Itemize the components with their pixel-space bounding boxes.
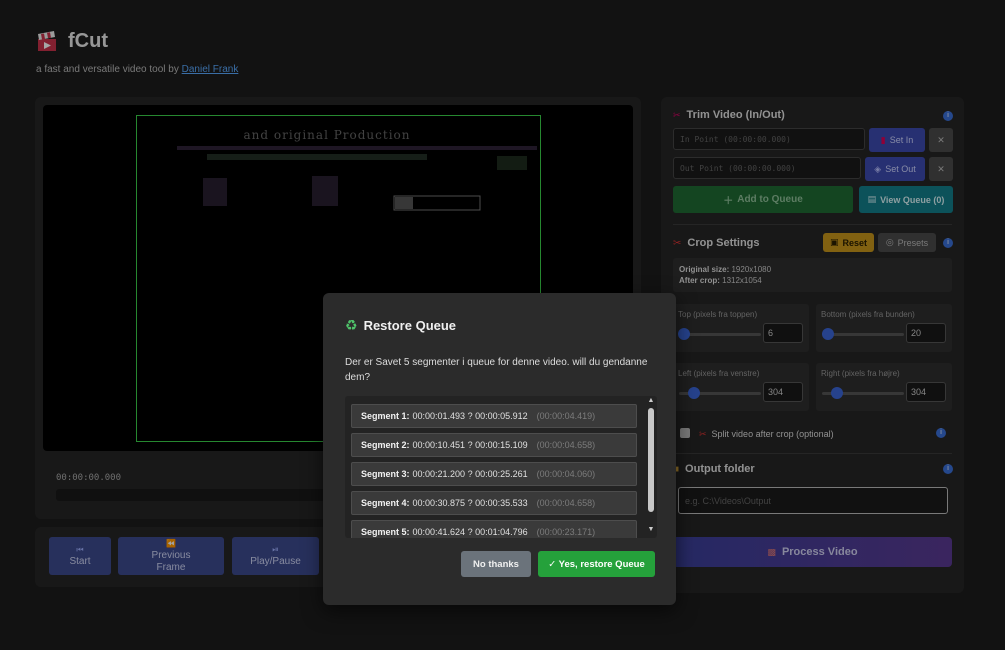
segment-duration: (00:00:04.658) xyxy=(536,440,596,450)
list-item: Segment 1: 00:00:01.493 ? 00:00:05.912 (… xyxy=(351,404,637,428)
segment-label: Segment 1: xyxy=(361,411,410,421)
restore-queue-button[interactable]: ✓ Yes, restore Queue xyxy=(538,551,655,577)
dialog-title-text: Restore Queue xyxy=(363,318,457,333)
list-item: Segment 2: 00:00:10.451 ? 00:00:15.109 (… xyxy=(351,433,637,457)
segment-range: 00:00:10.451 ? 00:00:15.109 xyxy=(412,440,528,450)
segment-label: Segment 4: xyxy=(361,498,410,508)
segment-label: Segment 3: xyxy=(361,469,410,479)
segment-range: 00:00:01.493 ? 00:00:05.912 xyxy=(412,411,528,421)
recycle-icon: ♻ xyxy=(345,317,358,333)
segment-range: 00:00:30.875 ? 00:00:35.533 xyxy=(412,498,528,508)
segment-duration: (00:00:04.060) xyxy=(536,469,596,479)
segment-label: Segment 2: xyxy=(361,440,410,450)
segment-label: Segment 5: xyxy=(361,527,410,537)
segment-list[interactable]: Segment 1: 00:00:01.493 ? 00:00:05.912 (… xyxy=(345,396,657,538)
dialog-title: ♻ Restore Queue xyxy=(345,317,456,334)
list-item: Segment 3: 00:00:21.200 ? 00:00:25.261 (… xyxy=(351,462,637,486)
segment-duration: (00:00:04.658) xyxy=(536,498,596,508)
segment-list-scrollbar[interactable]: ▲ ▼ xyxy=(647,397,655,536)
scrollbar-thumb[interactable] xyxy=(648,408,654,512)
list-item: Segment 4: 00:00:30.875 ? 00:00:35.533 (… xyxy=(351,491,637,515)
segment-duration: (00:00:04.419) xyxy=(536,411,596,421)
no-thanks-button[interactable]: No thanks xyxy=(461,551,531,577)
segment-duration: (00:00:23.171) xyxy=(536,527,596,537)
segment-range: 00:00:21.200 ? 00:00:25.261 xyxy=(412,469,528,479)
scroll-down-icon[interactable]: ▼ xyxy=(647,526,655,533)
dialog-message: Der er Savet 5 segmenter i queue for den… xyxy=(345,357,648,383)
list-item: Segment 5: 00:00:41.624 ? 00:01:04.796 (… xyxy=(351,520,637,538)
scroll-up-icon[interactable]: ▲ xyxy=(647,397,655,404)
segment-range: 00:00:41.624 ? 00:01:04.796 xyxy=(412,527,528,537)
restore-queue-dialog: ♻ Restore Queue Der er Savet 5 segmenter… xyxy=(323,293,676,605)
